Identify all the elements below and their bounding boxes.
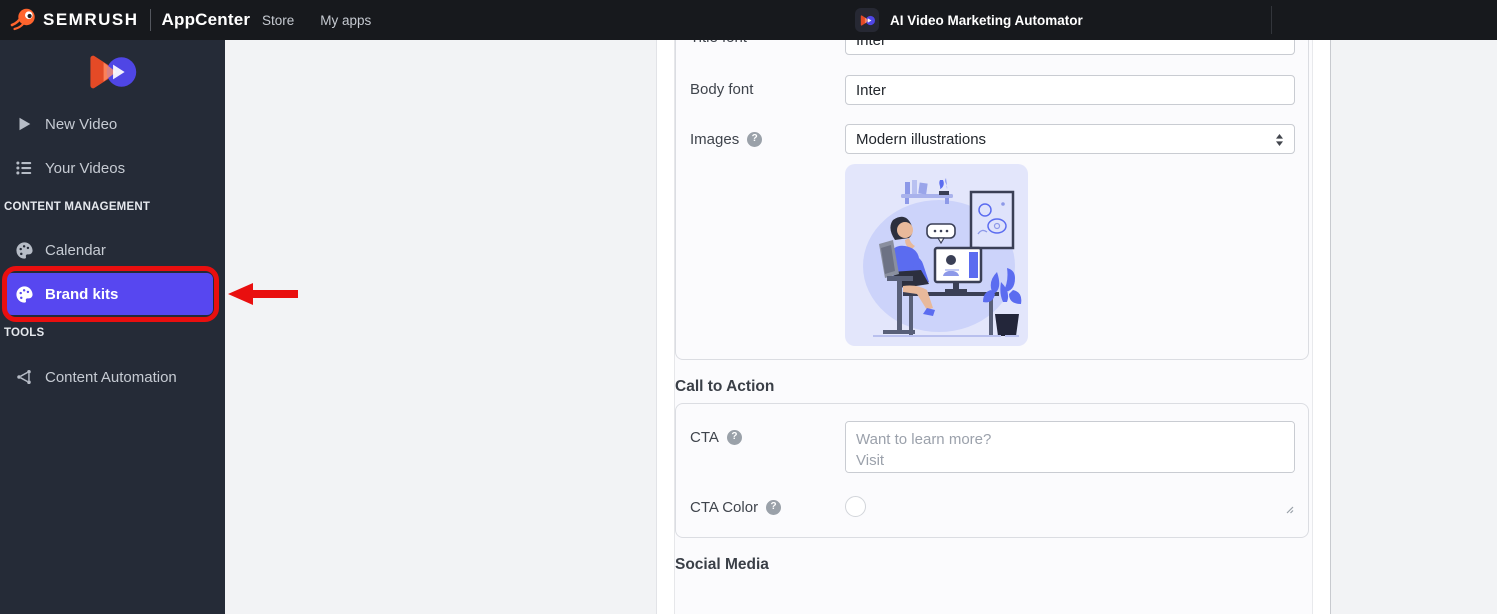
sidebar-item-label: New Video <box>45 116 117 133</box>
body-font-input[interactable] <box>845 75 1295 105</box>
product-name: AppCenter <box>162 10 251 30</box>
cta-color-label: CTA Color ? <box>690 498 781 516</box>
scrollbar-track[interactable] <box>1312 40 1331 614</box>
sidebar-item-new-video[interactable]: New Video <box>0 112 225 136</box>
images-label: Images ? <box>690 130 762 148</box>
arrow-shaft <box>252 290 298 298</box>
top-bar: SEMRUSH AppCenter Store My apps AI Video… <box>0 0 1497 40</box>
sidebar-app-logo-icon <box>84 52 140 97</box>
sidebar-section-content-management: CONTENT MANAGEMENT <box>4 201 150 213</box>
play-icon <box>14 114 34 134</box>
cta-section-heading: Call to Action <box>675 378 774 396</box>
brandkit-illustration <box>845 164 1028 346</box>
sidebar-item-label: Brand kits <box>45 286 118 303</box>
palette-icon <box>14 240 34 260</box>
top-nav: Store My apps <box>262 0 371 40</box>
app-header: AI Video Marketing Automator <box>855 0 1083 40</box>
cta-label: CTA ? <box>690 428 742 446</box>
topbar-divider <box>1271 6 1272 34</box>
help-icon[interactable]: ? <box>727 430 742 445</box>
palette-icon <box>14 284 34 304</box>
sidebar-item-calendar[interactable]: Calendar <box>0 238 225 262</box>
app-logo-icon <box>855 8 879 32</box>
sidebar-item-content-automation[interactable]: Content Automation <box>0 365 225 389</box>
brand-separator <box>150 9 151 31</box>
body-font-label: Body font <box>690 80 753 98</box>
automation-icon <box>14 367 34 387</box>
sidebar-item-brand-kits[interactable]: Brand kits <box>0 282 225 306</box>
semrush-brand[interactable]: SEMRUSH AppCenter <box>10 0 250 40</box>
main-content: Title font Body font Images ? Modern ill… <box>225 40 1497 614</box>
nav-my-apps-link[interactable]: My apps <box>320 13 371 28</box>
arrow-head <box>228 283 253 305</box>
brand-name: SEMRUSH <box>43 10 139 30</box>
social-section-heading: Social Media <box>675 556 769 574</box>
images-select-value: Modern illustrations <box>856 131 986 148</box>
nav-store-link[interactable]: Store <box>262 13 294 28</box>
images-select[interactable]: Modern illustrations <box>845 124 1295 154</box>
sidebar-item-label: Calendar <box>45 242 106 259</box>
sidebar: New Video Your Videos CONTENT MANAGEMENT… <box>0 40 225 614</box>
select-stepper-icon <box>1275 133 1284 151</box>
sidebar-item-your-videos[interactable]: Your Videos <box>0 156 225 180</box>
title-font-input[interactable] <box>845 40 1295 55</box>
cta-color-swatch[interactable] <box>845 496 866 517</box>
cta-textarea[interactable] <box>845 421 1295 473</box>
title-font-label: Title font <box>690 40 747 46</box>
content-gutter <box>656 40 675 614</box>
help-icon[interactable]: ? <box>747 132 762 147</box>
app-title: AI Video Marketing Automator <box>890 13 1083 28</box>
sidebar-section-tools: TOOLS <box>4 327 44 339</box>
sidebar-item-label: Content Automation <box>45 369 177 386</box>
list-icon <box>14 158 34 178</box>
help-icon[interactable]: ? <box>766 500 781 515</box>
semrush-logo-icon <box>10 4 37 36</box>
sidebar-item-label: Your Videos <box>45 160 125 177</box>
